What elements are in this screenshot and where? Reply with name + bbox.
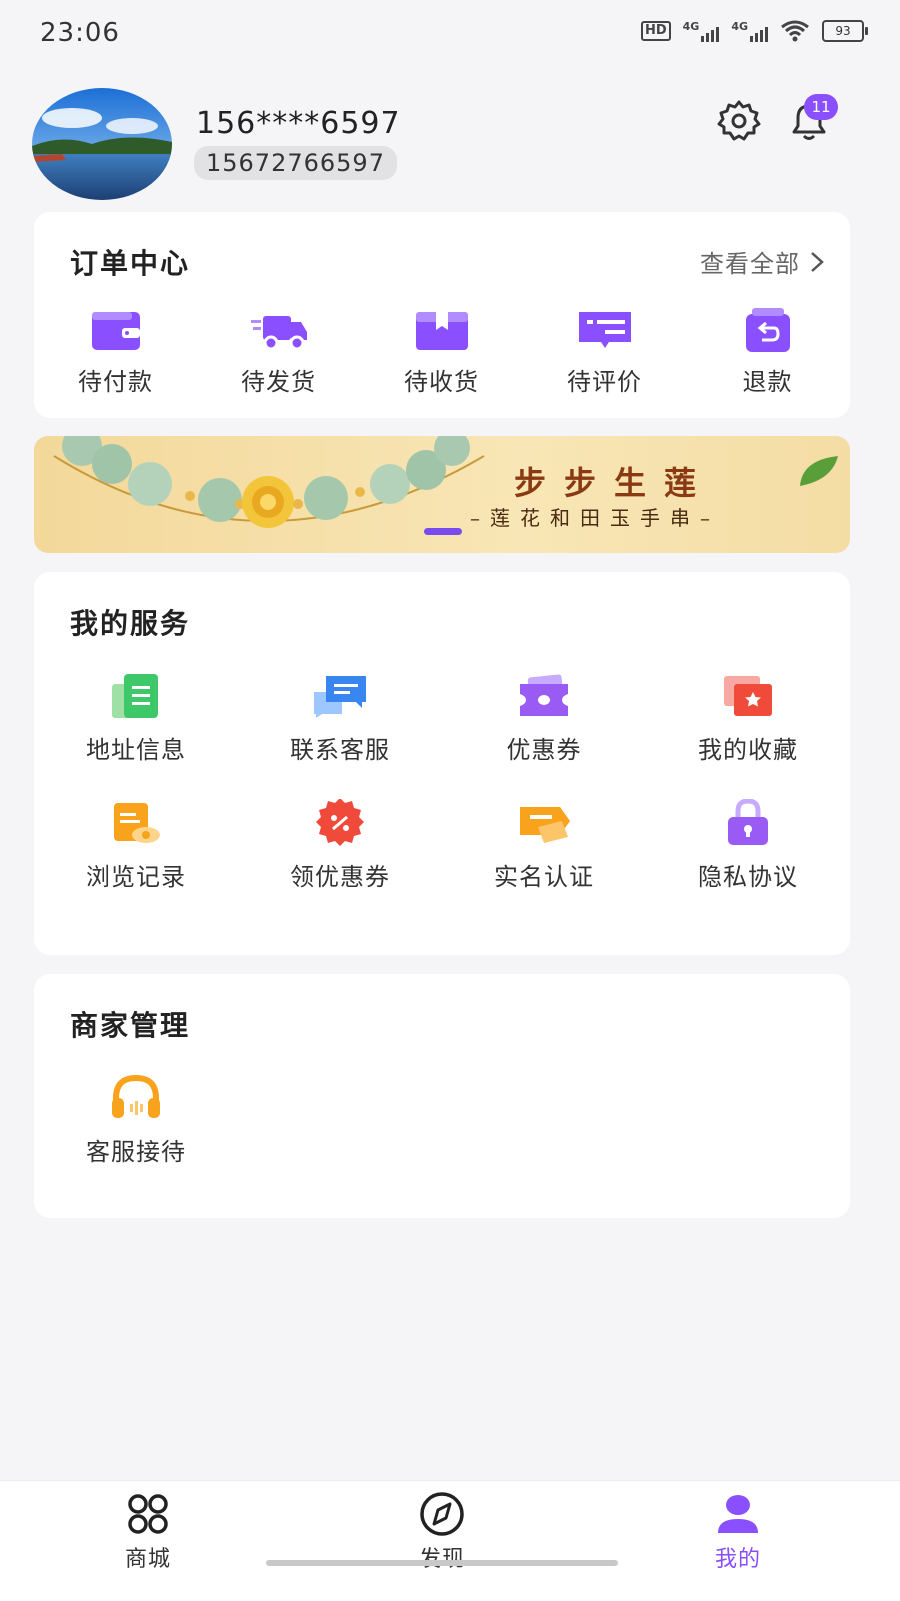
service-get-coupons[interactable]: 领优惠券: [238, 799, 442, 892]
compass-icon: [420, 1492, 464, 1536]
wallet-icon: [91, 312, 140, 350]
package-icon: [415, 312, 468, 350]
phone-number: 15672766597: [194, 146, 397, 180]
order-center-title: 订单中心: [70, 247, 191, 280]
review-icon: [578, 312, 631, 348]
chat-icon: [314, 676, 366, 718]
order-center-card: 订单中心 查看全部 待付款 待发货 待收货 待评价 退款: [34, 212, 850, 418]
tab-mall[interactable]: 商城: [88, 1491, 208, 1573]
gear-icon: [717, 100, 761, 141]
order-pending-receipt[interactable]: 待收货: [360, 306, 523, 397]
user-icon: [718, 1495, 758, 1533]
merchant-title: 商家管理: [70, 1009, 191, 1042]
grid-icon: [128, 1494, 168, 1534]
lock-icon: [728, 799, 768, 845]
headset-icon: [112, 1074, 160, 1118]
order-status-list: 待付款 待发货 待收货 待评价 退款: [34, 306, 850, 397]
order-pending-shipment[interactable]: 待发货: [197, 306, 360, 397]
hd-icon: HD: [640, 21, 671, 41]
tab-label: 发现: [419, 1541, 465, 1573]
address-icon: [112, 674, 158, 718]
service-label: 我的收藏: [698, 736, 798, 764]
banner-page-indicator: [424, 528, 462, 535]
chevron-right-icon: [811, 251, 824, 272]
refund-icon: [745, 308, 790, 352]
wifi-icon: [781, 20, 809, 42]
notification-badge: 11: [804, 94, 838, 120]
order-item-label: 待付款: [78, 368, 153, 396]
bottom-tab-bar: 商城 发现 我的: [0, 1480, 900, 1601]
merchant-grid: 客服接待: [34, 1074, 850, 1167]
username: 156****6597: [196, 106, 401, 141]
service-contact[interactable]: 联系客服: [238, 672, 442, 765]
order-item-label: 待发货: [241, 368, 316, 396]
service-verification[interactable]: 实名认证: [442, 799, 646, 892]
tab-me[interactable]: 我的: [678, 1491, 798, 1573]
order-pending-review[interactable]: 待评价: [523, 306, 686, 397]
banner-subtitle: –莲花和田玉手串–: [470, 506, 720, 530]
service-label: 领优惠券: [290, 863, 390, 891]
service-label: 地址信息: [86, 736, 186, 764]
services-grid: 地址信息 联系客服 优惠券 我的收藏 浏览记录 领优惠券 实名认证 隐私协议: [34, 672, 850, 892]
services-title: 我的服务: [70, 607, 191, 640]
service-favorites[interactable]: 我的收藏: [646, 672, 850, 765]
battery-icon: 93: [822, 20, 868, 42]
view-all-label: 查看全部: [700, 250, 800, 278]
merchant-item-label: 客服接待: [86, 1138, 186, 1166]
status-icons: HD 4G 4G 93: [640, 20, 868, 42]
settings-button[interactable]: [716, 98, 762, 144]
promo-banner[interactable]: 步步生莲 –莲花和田玉手串–: [34, 436, 850, 553]
history-icon: [114, 803, 160, 843]
discount-icon: [316, 799, 364, 846]
service-label: 隐私协议: [698, 863, 798, 891]
order-item-label: 待评价: [567, 368, 642, 396]
verify-icon: [520, 807, 570, 843]
service-label: 联系客服: [290, 736, 390, 764]
leaf-icon: [800, 456, 838, 486]
truck-icon: [250, 316, 307, 351]
signal-icon-2: 4G: [731, 20, 768, 42]
order-item-label: 退款: [742, 368, 793, 396]
service-label: 优惠券: [506, 736, 582, 764]
bracelet-image: [53, 436, 485, 528]
service-label: 浏览记录: [86, 863, 186, 891]
tab-label: 我的: [714, 1547, 761, 1572]
tab-label: 商城: [124, 1547, 171, 1572]
service-coupons[interactable]: 优惠券: [442, 672, 646, 765]
ticket-icon: [520, 674, 568, 716]
service-history[interactable]: 浏览记录: [34, 799, 238, 892]
service-label: 实名认证: [494, 863, 594, 891]
profile-header: 156****6597 15672766597 11: [0, 80, 900, 210]
status-time: 23:06: [40, 18, 120, 48]
signal-icon: 4G: [683, 20, 720, 42]
merchant-customer-service[interactable]: 客服接待: [34, 1074, 238, 1167]
order-pending-payment[interactable]: 待付款: [34, 306, 197, 397]
avatar[interactable]: [32, 88, 172, 200]
banner-title: 步步生莲: [514, 464, 715, 502]
merchant-management-card: 商家管理 客服接待: [34, 974, 850, 1218]
service-address[interactable]: 地址信息: [34, 672, 238, 765]
status-bar: 23:06 HD 4G 4G 93: [0, 0, 900, 64]
favorites-icon: [724, 676, 772, 716]
order-item-label: 待收货: [404, 368, 479, 396]
order-refund[interactable]: 退款: [686, 306, 849, 397]
my-services-card: 我的服务 地址信息 联系客服 优惠券 我的收藏 浏览记录 领优惠券 实名认证 隐…: [34, 572, 850, 955]
home-indicator[interactable]: [266, 1560, 618, 1566]
view-all-orders-link[interactable]: 查看全部: [700, 244, 824, 279]
service-privacy[interactable]: 隐私协议: [646, 799, 850, 892]
